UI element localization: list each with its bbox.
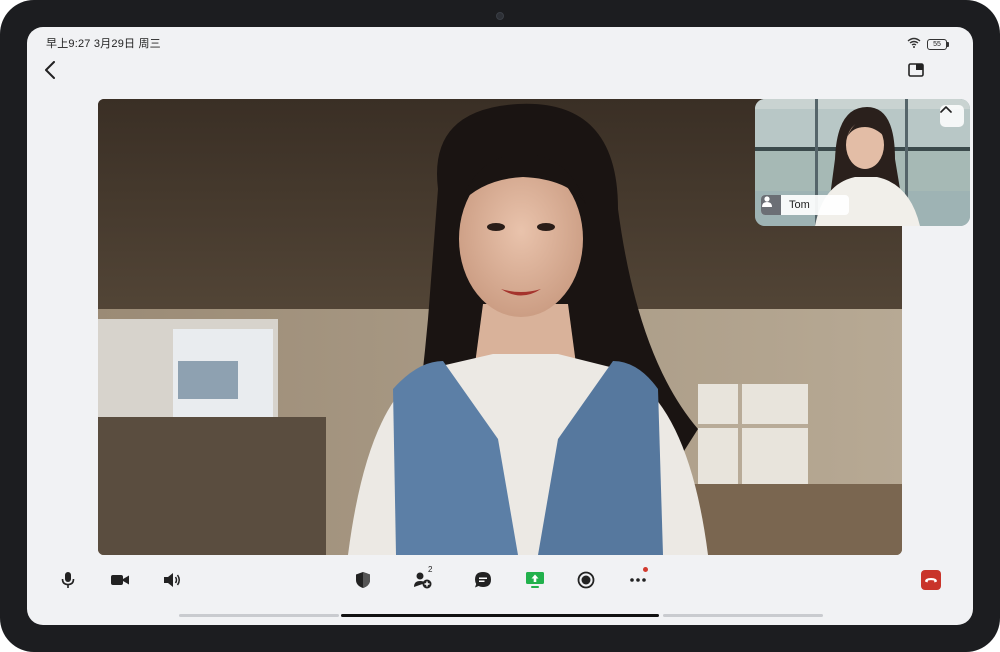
speaker-icon (164, 573, 180, 587)
call-toolbar: 2 (27, 563, 973, 597)
more-icon (630, 578, 646, 582)
battery-icon: 55 (927, 38, 949, 50)
share-screen-icon (526, 572, 544, 588)
end-call-icon (921, 570, 941, 590)
user-icon (761, 195, 781, 215)
back-arrow-icon (45, 61, 55, 79)
nav-bar-right (663, 614, 823, 617)
end-call-button[interactable] (919, 568, 943, 592)
front-camera (496, 12, 504, 20)
remote-participant-tile[interactable]: Tom (755, 99, 970, 226)
status-bar: 早上9:27 3月29日 周三 55 (27, 27, 973, 53)
screen: 早上9:27 3月29日 周三 55 Tom 2 (27, 27, 973, 625)
chevron-up-icon (940, 106, 952, 113)
collapse-tile-button[interactable] (940, 105, 964, 127)
security-button[interactable] (351, 568, 375, 592)
tablet-frame: 早上9:27 3月29日 周三 55 Tom 2 (0, 0, 1000, 652)
pip-layout-icon (908, 63, 924, 77)
camera-icon (111, 575, 129, 585)
wifi-icon (907, 35, 921, 53)
pip-layout-button[interactable] (906, 60, 926, 80)
participant-name: Tom (789, 199, 810, 211)
status-time: 早上9:27 3月29日 周三 (46, 38, 161, 50)
notification-dot (643, 567, 648, 572)
share-screen-button[interactable] (523, 568, 547, 592)
security-shield-icon (356, 572, 370, 588)
status-icons: 55 (907, 35, 949, 53)
participants-count: 2 (428, 565, 433, 574)
microphone-icon (61, 572, 75, 588)
back-button[interactable] (39, 59, 61, 81)
camera-button[interactable] (108, 568, 132, 592)
record-icon (577, 571, 595, 589)
participants-button[interactable]: 2 (411, 565, 435, 592)
speaker-button[interactable] (160, 568, 184, 592)
chat-button[interactable] (471, 568, 495, 592)
participant-name-tag: Tom (761, 195, 849, 215)
mute-button[interactable] (56, 568, 80, 592)
record-button[interactable] (574, 568, 598, 592)
home-indicator[interactable] (341, 614, 659, 617)
chat-icon (475, 572, 491, 588)
more-button[interactable] (626, 567, 650, 592)
nav-bar-left (179, 614, 339, 617)
